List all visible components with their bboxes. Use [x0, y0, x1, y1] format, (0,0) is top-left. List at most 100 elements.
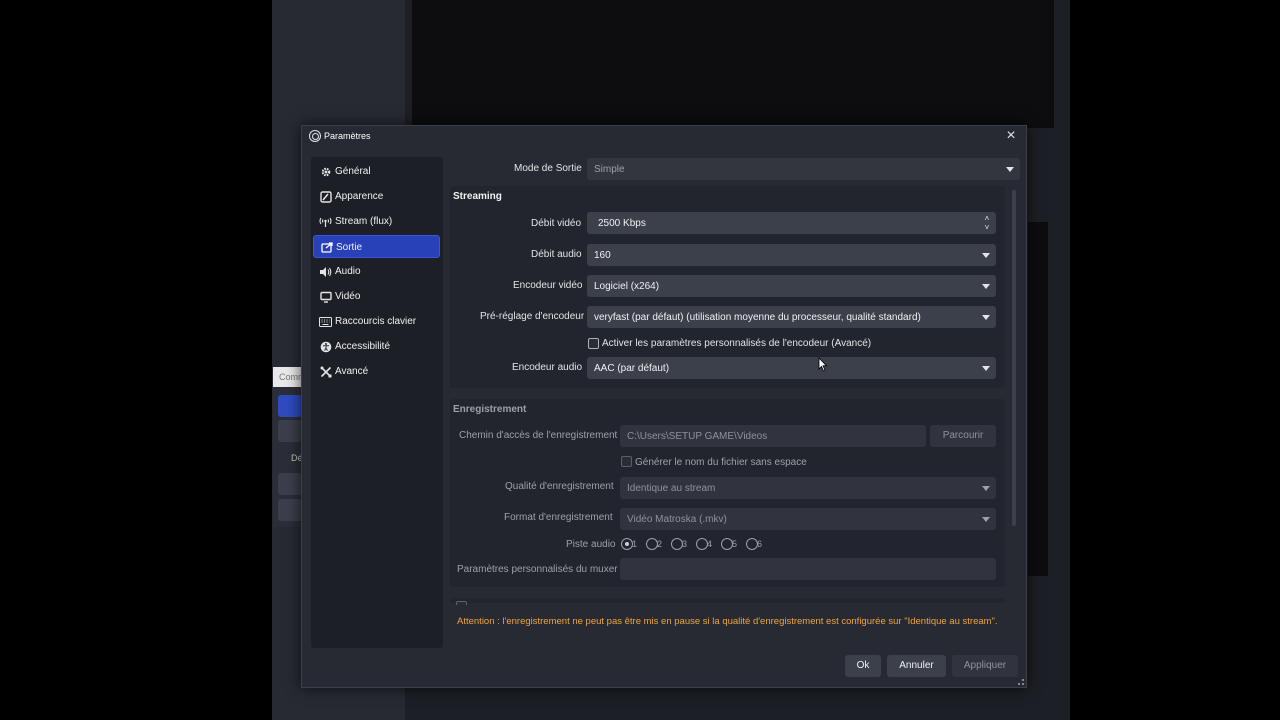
dock-button[interactable] — [278, 395, 302, 417]
chevron-down-icon — [982, 366, 990, 371]
sidebar-item-label: Stream (flux) — [335, 216, 393, 227]
ok-button[interactable]: Ok — [845, 655, 881, 677]
broadcast-icon — [319, 215, 332, 228]
sidebar-item-video[interactable]: Vidéo — [313, 285, 440, 308]
gear-icon — [319, 165, 332, 178]
dock-button[interactable] — [278, 420, 302, 442]
palette-icon — [319, 190, 332, 203]
chevron-down-icon — [982, 517, 990, 522]
sidebar-item-label: Apparence — [335, 191, 384, 202]
sidebar-item-label: Général — [335, 166, 371, 177]
audio-encoder-select[interactable]: AAC (par défaut) — [587, 357, 996, 379]
recording-format-select[interactable]: Vidéo Matroska (.mkv) — [620, 508, 996, 530]
recording-quality-select[interactable]: Identique au stream — [620, 477, 996, 499]
output-icon — [320, 241, 333, 254]
settings-dialog: Paramètres × Général Apparence Stream (f… — [301, 125, 1027, 688]
chevron-down-icon — [982, 315, 990, 320]
sidebar-item-stream[interactable]: Stream (flux) — [313, 210, 440, 233]
output-mode-label: Mode de Sortie — [514, 163, 582, 174]
spin-up-icon[interactable]: ˄ — [983, 215, 991, 223]
no-space-filename-checkbox[interactable] — [621, 456, 632, 467]
video-bitrate-spinbox[interactable]: 2500 Kbps ˄ ˅ — [587, 212, 996, 234]
chevron-down-icon — [982, 253, 990, 258]
sidebar-item-label: Raccourcis clavier — [335, 316, 417, 327]
sidebar-item-label: Audio — [335, 266, 361, 277]
sidebar-item-general[interactable]: Général — [313, 160, 440, 183]
encoder-preset-value: veryfast (par défaut) (utilisation moyen… — [594, 312, 921, 323]
sidebar-item-label: Avancé — [335, 366, 369, 377]
streaming-title: Streaming — [453, 191, 502, 202]
sidebar-item-label: Vidéo — [335, 291, 361, 302]
recording-path-value: C:\Users\SETUP GAME\Videos — [627, 431, 768, 442]
chevron-down-icon — [1006, 167, 1014, 172]
recording-quality-value: Identique au stream — [627, 483, 716, 494]
audio-track-label-5: 5 — [732, 539, 738, 549]
video-encoder-value: Logiciel (x264) — [594, 281, 660, 292]
next-group-edge — [450, 598, 1005, 603]
audio-track-label-3: 3 — [682, 539, 688, 549]
browse-button[interactable]: Parcourir — [930, 425, 996, 447]
sidebar-item-output[interactable]: Sortie — [313, 235, 440, 258]
recording-title: Enregistrement — [453, 404, 527, 415]
audio-bitrate-value: 160 — [594, 250, 611, 261]
tools-icon — [319, 365, 332, 378]
apply-button[interactable]: Appliquer — [952, 655, 1018, 677]
dock-button[interactable] — [278, 499, 302, 521]
pause-warning-text: Attention : l'enregistrement ne peut pas… — [457, 616, 998, 627]
video-encoder-label: Encodeur vidéo — [513, 280, 583, 291]
audio-bitrate-select[interactable]: 160 — [587, 244, 996, 266]
dock-tab[interactable]: Comr — [273, 367, 303, 387]
chevron-down-icon — [982, 284, 990, 289]
obs-logo-icon — [309, 130, 321, 142]
monitor-icon — [319, 290, 332, 303]
partial-checkbox[interactable] — [456, 601, 467, 605]
output-mode-value: Simple — [594, 164, 625, 175]
settings-sidebar: Général Apparence Stream (flux) Sortie A… — [311, 157, 443, 648]
audio-encoder-value: AAC (par défaut) — [594, 363, 670, 374]
audio-track-label: Piste audio — [566, 539, 616, 550]
resize-grip-icon[interactable] — [1018, 679, 1024, 685]
audio-track-label-4: 4 — [707, 539, 713, 549]
audio-track-label-6: 6 — [757, 539, 763, 549]
muxer-settings-input[interactable] — [620, 558, 996, 580]
sidebar-item-advanced[interactable]: Avancé — [313, 360, 440, 383]
sidebar-item-audio[interactable]: Audio — [313, 260, 440, 283]
recording-path-label: Chemin d'accès de l'enregistrement — [459, 430, 618, 441]
obs-right-strip — [1028, 222, 1048, 576]
cancel-button[interactable]: Annuler — [887, 655, 946, 677]
audio-bitrate-label: Débit audio — [531, 249, 582, 260]
chevron-down-icon — [982, 486, 990, 491]
video-bitrate-label: Débit vidéo — [531, 218, 582, 229]
sidebar-item-label: Sortie — [336, 242, 363, 253]
dialog-titlebar[interactable]: Paramètres × — [302, 126, 1026, 148]
custom-encoder-settings-checkbox[interactable] — [588, 338, 599, 349]
video-bitrate-value: 2500 Kbps — [598, 218, 646, 229]
recording-format-value: Vidéo Matroska (.mkv) — [627, 514, 727, 525]
speaker-icon — [319, 265, 332, 278]
no-space-filename-label: Générer le nom du fichier sans espace — [635, 457, 807, 468]
audio-track-label-1: 1 — [632, 539, 638, 549]
custom-encoder-settings-label: Activer les paramètres personnalisés de … — [602, 338, 872, 349]
obs-controls-dock: Comr Dé — [273, 367, 303, 527]
video-encoder-select[interactable]: Logiciel (x264) — [587, 275, 996, 297]
recording-path-input[interactable]: C:\Users\SETUP GAME\Videos — [620, 425, 926, 447]
accessibility-icon — [319, 340, 332, 353]
keyboard-icon — [319, 315, 332, 328]
recording-format-label: Format d'enregistrement — [504, 512, 613, 523]
output-mode-select[interactable]: Simple — [587, 158, 1020, 180]
content-scrollbar[interactable] — [1012, 190, 1016, 526]
sidebar-item-appearance[interactable]: Apparence — [313, 185, 440, 208]
obs-preview — [412, 0, 1054, 128]
sidebar-item-accessibility[interactable]: Accessibilité — [313, 335, 440, 358]
dock-button[interactable] — [278, 473, 302, 495]
mouse-cursor-icon — [818, 357, 828, 372]
encoder-preset-label: Pré-réglage d'encodeur — [480, 311, 585, 322]
sidebar-item-hotkeys[interactable]: Raccourcis clavier — [313, 310, 440, 333]
dialog-title: Paramètres — [324, 131, 371, 141]
audio-track-label-2: 2 — [657, 539, 663, 549]
close-button[interactable]: × — [1002, 127, 1020, 145]
muxer-settings-label: Paramètres personnalisés du muxer — [457, 564, 618, 575]
recording-quality-label: Qualité d'enregistrement — [505, 481, 614, 492]
spin-down-icon[interactable]: ˅ — [983, 224, 991, 232]
encoder-preset-select[interactable]: veryfast (par défaut) (utilisation moyen… — [587, 306, 996, 328]
